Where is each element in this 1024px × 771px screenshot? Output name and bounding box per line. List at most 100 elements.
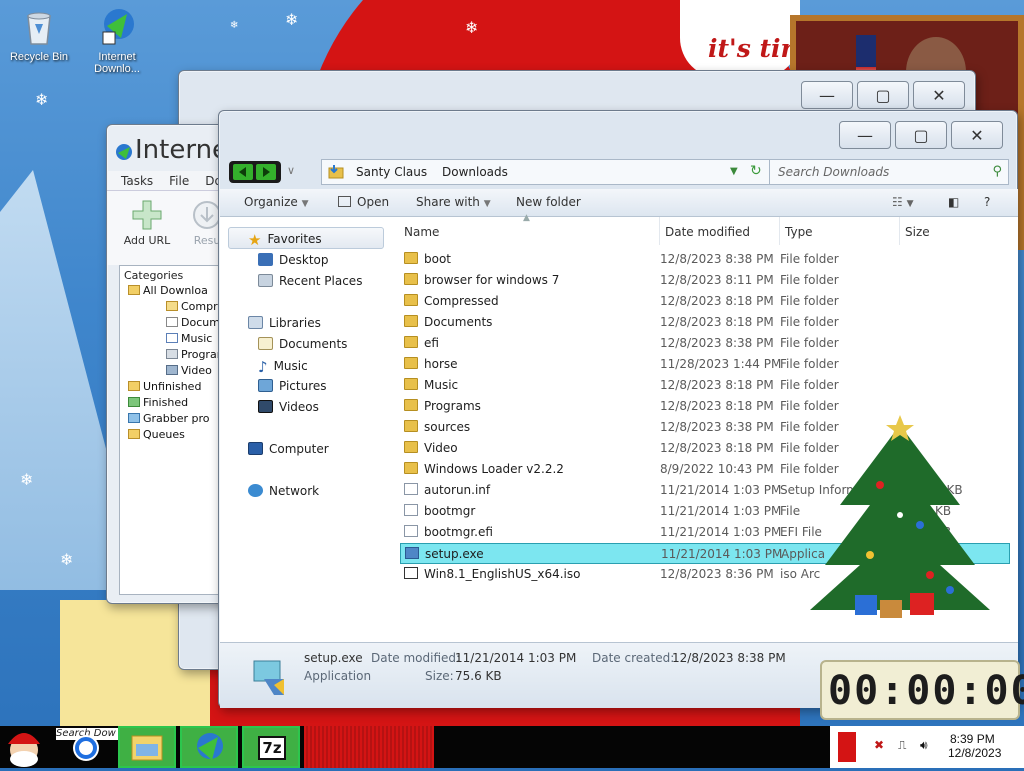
maximize-icon: ▢ bbox=[875, 85, 891, 105]
file-row[interactable]: Music 12/8/2023 8:18 PM File folder bbox=[400, 375, 1010, 396]
details-date-modified-label: Date modified: bbox=[371, 651, 461, 665]
file-row[interactable]: browser for windows 7 12/8/2023 8:11 PM Fi… bbox=[400, 270, 1010, 291]
search-input[interactable]: Search Downloads ⚲ bbox=[769, 159, 1009, 185]
tree-item-compressed[interactable]: Compre bbox=[166, 300, 224, 313]
nav-favorites[interactable]: ★ Favorites bbox=[248, 231, 322, 249]
breadcrumb-item[interactable]: Downloads bbox=[442, 165, 508, 179]
tree-item-queues[interactable]: Queues bbox=[128, 428, 185, 441]
idm-icon bbox=[197, 733, 223, 760]
nav-documents[interactable]: Documents bbox=[258, 337, 347, 351]
refresh-icon[interactable]: ↻ bbox=[750, 163, 762, 179]
file-row[interactable]: Compressed 12/8/2023 8:18 PM File folder bbox=[400, 291, 1010, 312]
taskbar-app-idm[interactable] bbox=[180, 726, 238, 768]
share-with-button[interactable]: Share with ▼ bbox=[416, 195, 491, 209]
close-button[interactable]: ✕ bbox=[913, 81, 965, 109]
search-icon[interactable]: ⚲ bbox=[992, 164, 1002, 179]
column-header-date[interactable]: Date modified bbox=[665, 225, 750, 239]
cortana-button[interactable] bbox=[66, 726, 106, 768]
sort-indicator-icon: ▲ bbox=[523, 213, 530, 223]
add-url-icon bbox=[132, 200, 162, 230]
maximize-icon: ▢ bbox=[913, 125, 929, 145]
column-separator bbox=[659, 217, 660, 245]
view-options-icon[interactable]: ☷ ▼ bbox=[892, 195, 914, 209]
snowflake-icon: ❄ bbox=[60, 550, 74, 569]
tree-item-finished[interactable]: Finished bbox=[128, 396, 188, 409]
minimize-button[interactable]: — bbox=[839, 121, 891, 149]
file-name: autorun.inf bbox=[424, 483, 491, 497]
file-name: bootmgr.efi bbox=[424, 525, 493, 539]
tree-item-video[interactable]: Video bbox=[166, 364, 212, 377]
back-button[interactable] bbox=[233, 164, 253, 180]
breadcrumb-item[interactable]: Santy Claus bbox=[356, 165, 427, 179]
network-icon bbox=[248, 484, 263, 497]
file-row[interactable]: Documents 12/8/2023 8:18 PM File folder bbox=[400, 312, 1010, 333]
nav-computer[interactable]: Computer bbox=[248, 442, 329, 456]
column-header-size[interactable]: Size bbox=[905, 225, 930, 239]
close-button[interactable]: ✕ bbox=[951, 121, 1003, 149]
nav-pictures[interactable]: Pictures bbox=[258, 379, 327, 393]
tree-item-unfinished[interactable]: Unfinished bbox=[128, 380, 201, 393]
nav-network[interactable]: Network bbox=[248, 484, 319, 498]
minimize-icon: — bbox=[857, 125, 873, 145]
volume-icon[interactable]: 🔊︎ bbox=[920, 738, 928, 753]
file-name: Win8.1_EnglishUS_x64.iso bbox=[424, 567, 581, 581]
file-date: 12/8/2023 8:18 PM bbox=[660, 441, 774, 455]
details-date-modified: 11/21/2014 1:03 PM bbox=[455, 651, 577, 665]
network-tray-icon[interactable]: ⎍ bbox=[898, 738, 906, 753]
document-icon bbox=[166, 317, 178, 327]
file-date: 8/9/2022 10:43 PM bbox=[660, 462, 774, 476]
column-header-type[interactable]: Type bbox=[785, 225, 813, 239]
file-name: Windows Loader v2.2.2 bbox=[424, 462, 564, 476]
forward-button[interactable] bbox=[256, 164, 276, 180]
file-row[interactable]: boot 12/8/2023 8:38 PM File folder bbox=[400, 249, 1010, 270]
address-bar[interactable]: Santy Claus Downloads ▼ ↻ bbox=[321, 159, 775, 185]
nav-recent-places[interactable]: Recent Places bbox=[258, 274, 362, 288]
nav-videos[interactable]: Videos bbox=[258, 400, 319, 414]
menu-item-tasks[interactable]: Tasks bbox=[121, 171, 153, 190]
desktop-icon-idm[interactable]: Internet Downlo... bbox=[78, 6, 156, 75]
minimize-button[interactable]: — bbox=[801, 81, 853, 109]
clock-date[interactable]: 12/8/2023 bbox=[948, 746, 1001, 760]
tree-item-music[interactable]: Music bbox=[166, 332, 212, 345]
folder-icon bbox=[404, 420, 418, 432]
open-button[interactable]: Open bbox=[338, 195, 389, 209]
flag-icon[interactable]: ✖ bbox=[874, 738, 884, 752]
computer-icon bbox=[248, 442, 263, 455]
file-icon bbox=[404, 504, 418, 516]
taskbar-app-7zip[interactable]: 7z bbox=[242, 726, 300, 768]
file-row[interactable]: horse 11/28/2023 1:44 PM File folder bbox=[400, 354, 1010, 375]
add-url-button[interactable]: Add URL bbox=[119, 199, 175, 247]
folder-icon bbox=[404, 441, 418, 453]
menu-item-file[interactable]: File bbox=[169, 171, 189, 190]
nav-desktop[interactable]: Desktop bbox=[258, 253, 329, 267]
file-date: 11/28/2023 1:44 PM bbox=[660, 357, 782, 371]
tree-item-grabber[interactable]: Grabber pro bbox=[128, 412, 210, 425]
folder-icon bbox=[404, 252, 418, 264]
start-button[interactable] bbox=[0, 726, 50, 768]
snowflake-icon: ❄ bbox=[35, 90, 49, 109]
new-folder-button[interactable]: New folder bbox=[516, 195, 581, 209]
snowflake-icon: ❄ bbox=[285, 10, 299, 29]
maximize-button[interactable]: ▢ bbox=[857, 81, 909, 109]
check-folder-icon bbox=[128, 397, 140, 407]
tree-item-all-downloads[interactable]: All Downloa bbox=[128, 284, 208, 297]
star-icon: ★ bbox=[248, 231, 262, 249]
christmas-tree-gadget bbox=[810, 415, 990, 618]
desktop-icon-label: Recycle Bin bbox=[9, 51, 69, 63]
help-icon[interactable]: ? bbox=[984, 195, 990, 209]
preview-pane-icon[interactable]: ◧ bbox=[948, 195, 959, 209]
desktop-icon bbox=[258, 253, 273, 266]
search-placeholder: Search Downloads bbox=[778, 165, 890, 179]
clock-time[interactable]: 8:39 PM bbox=[950, 732, 995, 746]
nav-libraries[interactable]: Libraries bbox=[248, 316, 321, 330]
column-header-name[interactable]: Name bbox=[404, 225, 439, 239]
organize-button[interactable]: Organize ▼ bbox=[244, 195, 309, 209]
recent-pages-chevron-icon[interactable]: ∨ bbox=[287, 164, 295, 177]
address-dropdown-icon[interactable]: ▼ bbox=[730, 166, 738, 177]
maximize-button[interactable]: ▢ bbox=[895, 121, 947, 149]
file-row[interactable]: efi 12/8/2023 8:38 PM File folder bbox=[400, 333, 1010, 354]
documents-icon bbox=[258, 337, 273, 350]
desktop-icon-recycle-bin[interactable]: Recycle Bin bbox=[0, 6, 78, 63]
nav-music[interactable]: ♪ Music bbox=[258, 358, 308, 376]
taskbar-app-explorer[interactable] bbox=[118, 726, 176, 768]
